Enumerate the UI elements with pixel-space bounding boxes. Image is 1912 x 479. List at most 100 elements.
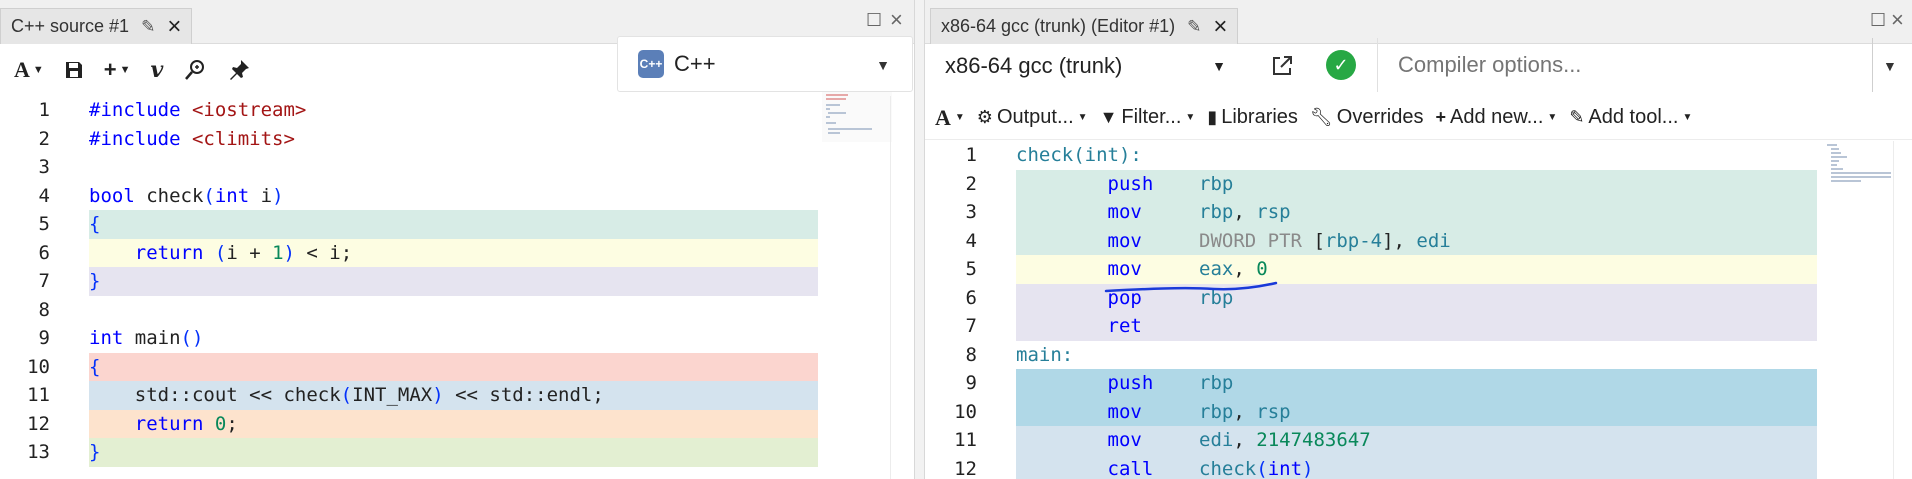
code-line[interactable]: 11 mov edi, 2147483647	[925, 426, 1912, 455]
line-number: 7	[38, 270, 50, 292]
code-token: 0	[214, 412, 227, 435]
pane-divider[interactable]	[915, 0, 924, 479]
line-number: 7	[965, 315, 977, 337]
code-line[interactable]: 13}	[0, 438, 914, 467]
open-external-icon[interactable]	[1270, 54, 1294, 78]
add-icon[interactable]: + ▼	[96, 50, 139, 90]
language-select[interactable]: C++ C++ ▼	[617, 36, 913, 92]
code-text: #include <iostream>	[89, 96, 306, 125]
close-pane-icon[interactable]: ×	[890, 7, 903, 33]
compiler-options-input[interactable]	[1398, 52, 1838, 78]
add-tool-button[interactable]: ✎ Add tool... ▼	[1569, 98, 1692, 138]
code-line[interactable]: 5 mov eax, 0	[925, 255, 1912, 284]
code-line[interactable]: 2 push rbp	[925, 169, 1912, 198]
code-line[interactable]: 1 check(int):	[925, 141, 1912, 170]
code-token: return	[134, 241, 204, 264]
code-token: {	[89, 213, 101, 235]
code-line[interactable]: 1 #include <iostream>	[0, 96, 914, 125]
close-pane-icon[interactable]: ×	[1891, 7, 1904, 33]
output-button[interactable]: ⚙ Output... ▼	[977, 98, 1088, 138]
maximize-icon[interactable]: ☐	[866, 10, 882, 31]
line-number: 1	[38, 99, 50, 121]
code-line[interactable]: 8 main:	[925, 341, 1912, 370]
code-line[interactable]: 8	[0, 296, 914, 325]
code-text: push rbp	[1016, 369, 1234, 398]
language-label: C++	[674, 51, 716, 76]
pin-icon[interactable]	[219, 50, 259, 90]
rename-pencil-icon[interactable]: ✎	[1187, 17, 1201, 37]
code-token: int	[214, 184, 250, 207]
code-line[interactable]: 4 mov DWORD PTR [rbp-4], edi	[925, 226, 1912, 255]
code-line[interactable]: 12 call check(int)	[925, 454, 1912, 479]
assembly-scrollbar[interactable]	[1893, 141, 1912, 479]
code-token: int	[1267, 457, 1303, 479]
code-line[interactable]: 9 push rbp	[925, 369, 1912, 398]
libraries-button[interactable]: ▮ Libraries	[1207, 98, 1298, 138]
code-text: int main()	[89, 324, 203, 353]
compiler-select[interactable]: x86-64 gcc (trunk) ▼	[935, 46, 1240, 86]
code-line[interactable]: 6 return (i + 1) < i;	[0, 238, 914, 268]
font-size-icon[interactable]: A ▼	[6, 50, 52, 90]
close-tab-icon[interactable]: ×	[1213, 14, 1227, 39]
assembly-output[interactable]: 1 check(int): 2 push rbp 3 mov rbp, rsp 4 mo…	[925, 141, 1912, 479]
options-chevron-down-icon[interactable]: ▼	[1883, 58, 1897, 74]
search-icon[interactable]	[175, 50, 215, 90]
code-token: rbp	[1199, 172, 1234, 195]
code-line[interactable]: 5{	[0, 210, 914, 239]
source-minimap[interactable]	[822, 92, 892, 142]
code-line[interactable]: 3	[0, 153, 914, 182]
source-code-editor[interactable]: 1 #include <iostream> 2 #include <climits> 3…	[0, 96, 914, 467]
add-new-button[interactable]: + Add new... ▼	[1435, 98, 1557, 138]
code-token: <iostream>	[191, 99, 307, 121]
code-token: mov	[1107, 229, 1142, 252]
code-token: std::cout << check	[89, 384, 341, 406]
rename-pencil-icon[interactable]: ✎	[141, 17, 155, 37]
filter-button[interactable]: ▼ Filter... ▼	[1100, 98, 1196, 138]
line-number: 4	[965, 229, 977, 252]
code-token: push	[1107, 372, 1154, 394]
code-token: {	[89, 355, 101, 378]
code-token: )	[283, 241, 295, 264]
overrides-button[interactable]: 🔧︎ Overrides	[1310, 98, 1424, 138]
code-line[interactable]: 11 std::cout << check(INT_MAX) << std::e…	[0, 381, 914, 410]
code-line[interactable]: 2 #include <climits>	[0, 125, 914, 154]
code-line[interactable]: 12 return 0;	[0, 409, 914, 438]
code-line[interactable]: 10 mov rbp, rsp	[925, 397, 1912, 426]
code-token: rbp	[1199, 400, 1234, 423]
maximize-icon[interactable]: ☐	[1870, 10, 1886, 31]
code-line[interactable]: 7 ret	[925, 312, 1912, 341]
code-text: std::cout << check(INT_MAX) << std::endl…	[89, 381, 604, 410]
code-token: )	[272, 184, 284, 207]
compiler-tab-title: x86-64 gcc (trunk) (Editor #1)	[941, 16, 1176, 36]
code-line[interactable]: 3 mov rbp, rsp	[925, 198, 1912, 227]
font-size-icon[interactable]: A ▼	[935, 98, 965, 138]
code-text: return (i + 1) < i;	[89, 239, 352, 268]
vim-icon[interactable]: v	[143, 50, 172, 90]
compile-success-icon[interactable]: ✓	[1326, 50, 1356, 80]
output-toolbar: A ▼ ⚙ Output... ▼ ▼ Filter... ▼ ▮ Libraries 🔧︎…	[925, 96, 1912, 140]
source-scrollbar[interactable]	[890, 96, 908, 479]
code-line[interactable]: 9 int main()	[0, 324, 914, 353]
code-line[interactable]: 7}	[0, 267, 914, 296]
code-token: check	[1199, 457, 1257, 479]
save-icon[interactable]	[56, 50, 92, 90]
code-line[interactable]: 10 {	[0, 352, 914, 381]
code-line[interactable]: 6 pop rbp	[925, 283, 1912, 312]
source-tab[interactable]: C++ source #1 ✎ ×	[0, 8, 193, 44]
close-tab-icon[interactable]: ×	[167, 14, 181, 39]
code-line[interactable]: 4 bool check(int i)	[0, 182, 914, 211]
code-token: bool	[89, 184, 135, 207]
code-token: << std::endl;	[443, 384, 604, 406]
